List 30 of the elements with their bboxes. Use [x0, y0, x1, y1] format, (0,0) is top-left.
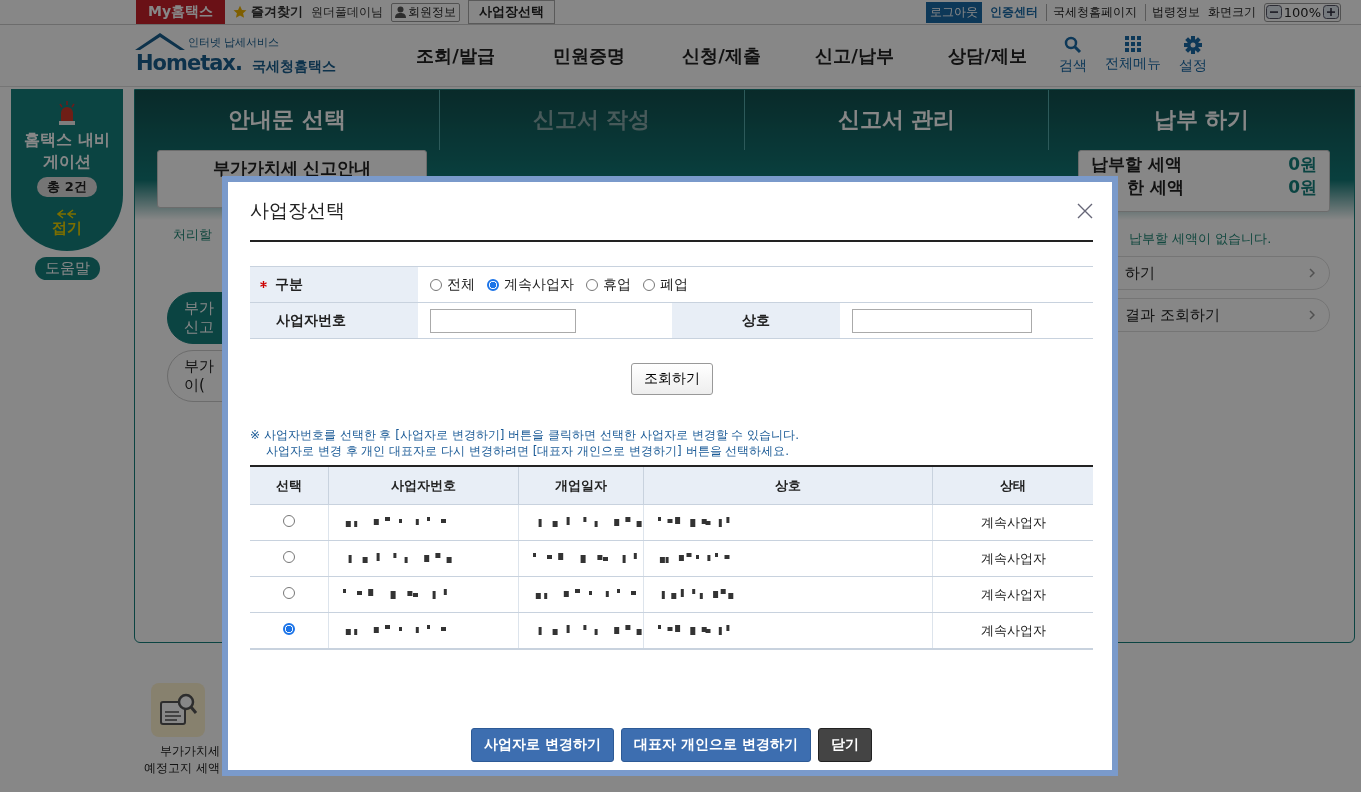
column-header: 사업자번호 [328, 466, 519, 505]
payment-label: 한 세액 [1127, 176, 1184, 199]
step-title: 안내문 선택 [228, 106, 346, 134]
payment-note: 납부할 세액이 없습니다. [1129, 230, 1273, 248]
field-label: 상호 [741, 311, 770, 330]
notice-text: 처리할 [173, 226, 212, 244]
table-cell: 계속사업자 [932, 540, 1093, 577]
table-cell: 계속사업자 [932, 612, 1093, 649]
step-title: 신고서 작성 [532, 106, 651, 134]
count-badge: 총 2건 [37, 177, 97, 197]
payment-amount: 0원 [1288, 176, 1317, 199]
zoom-value: 100% [1283, 4, 1321, 20]
user-name: 원더풀데이님 [311, 3, 384, 21]
step-title: 신고서 관리 [837, 106, 956, 134]
zoom-label: 화면크기 [1207, 3, 1256, 21]
instruction-text: 사업자로 변경 후 개인 대표자로 다시 변경하려면 [대표자 개인으로 변경하기] 버튼을 선택하세요. [265, 443, 791, 459]
field-label: 사업자번호 [276, 311, 346, 330]
navigation-title: 홈택스 내비게이션 [23, 129, 111, 173]
dialog-title: 사업장선택 [250, 198, 345, 223]
table-cell: 계속사업자 [932, 576, 1093, 613]
payment-label: 납부할 세액 [1091, 153, 1182, 176]
payment-amount: 0원 [1288, 153, 1317, 176]
column-header: 선택 [250, 466, 329, 505]
column-header: 개업일자 [518, 466, 644, 505]
table-cell: 계속사업자 [932, 504, 1093, 541]
step-title: 납부 하기 [1153, 106, 1250, 134]
column-header: 상태 [932, 466, 1093, 505]
field-label: 구분 [275, 275, 303, 294]
instruction-text: ※ 사업자번호를 선택한 후 [사업자로 변경하기] 버튼을 클릭하면 선택한 사업자로 변경할 수 있습니다. [250, 427, 800, 443]
column-header: 상호 [643, 466, 933, 505]
